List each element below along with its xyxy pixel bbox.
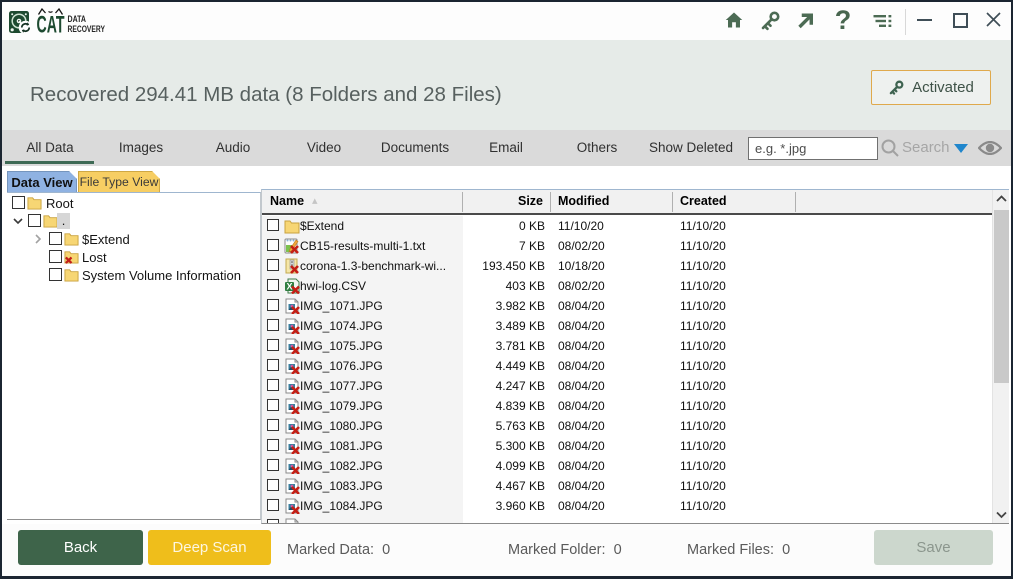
svg-text:CAT: CAT	[37, 12, 65, 39]
svg-text:DATA: DATA	[68, 14, 87, 24]
svg-text:X: X	[286, 282, 292, 292]
svg-text:RECOVERY: RECOVERY	[68, 24, 106, 34]
